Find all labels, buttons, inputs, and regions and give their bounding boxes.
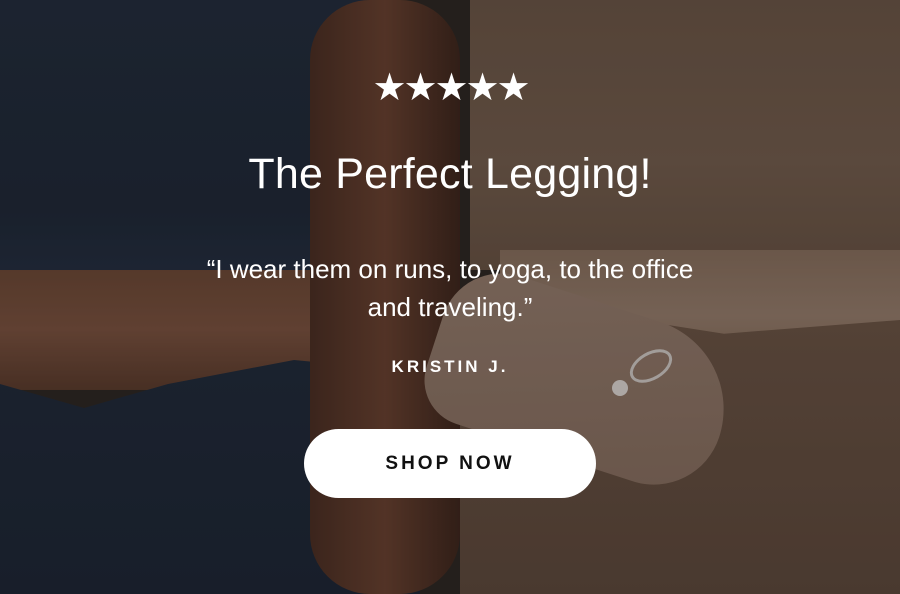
star-icon: ★ [465, 67, 502, 109]
star-icon: ★ [403, 67, 440, 109]
star-icon: ★ [372, 67, 409, 109]
shop-now-button[interactable]: SHOP NOW [304, 429, 596, 498]
review-title: The Perfect Legging! [248, 150, 652, 198]
testimonial-content: ★ ★ ★ ★ ★ The Perfect Legging! “I wear t… [0, 0, 900, 594]
star-icon: ★ [434, 67, 471, 109]
review-quote: “I wear them on runs, to yoga, to the of… [206, 254, 694, 322]
star-rating: ★ ★ ★ ★ ★ [372, 66, 533, 110]
reviewer-name: KRISTIN J. [391, 357, 509, 376]
testimonial-hero: ★ ★ ★ ★ ★ The Perfect Legging! “I wear t… [0, 0, 900, 594]
star-icon: ★ [496, 67, 533, 109]
